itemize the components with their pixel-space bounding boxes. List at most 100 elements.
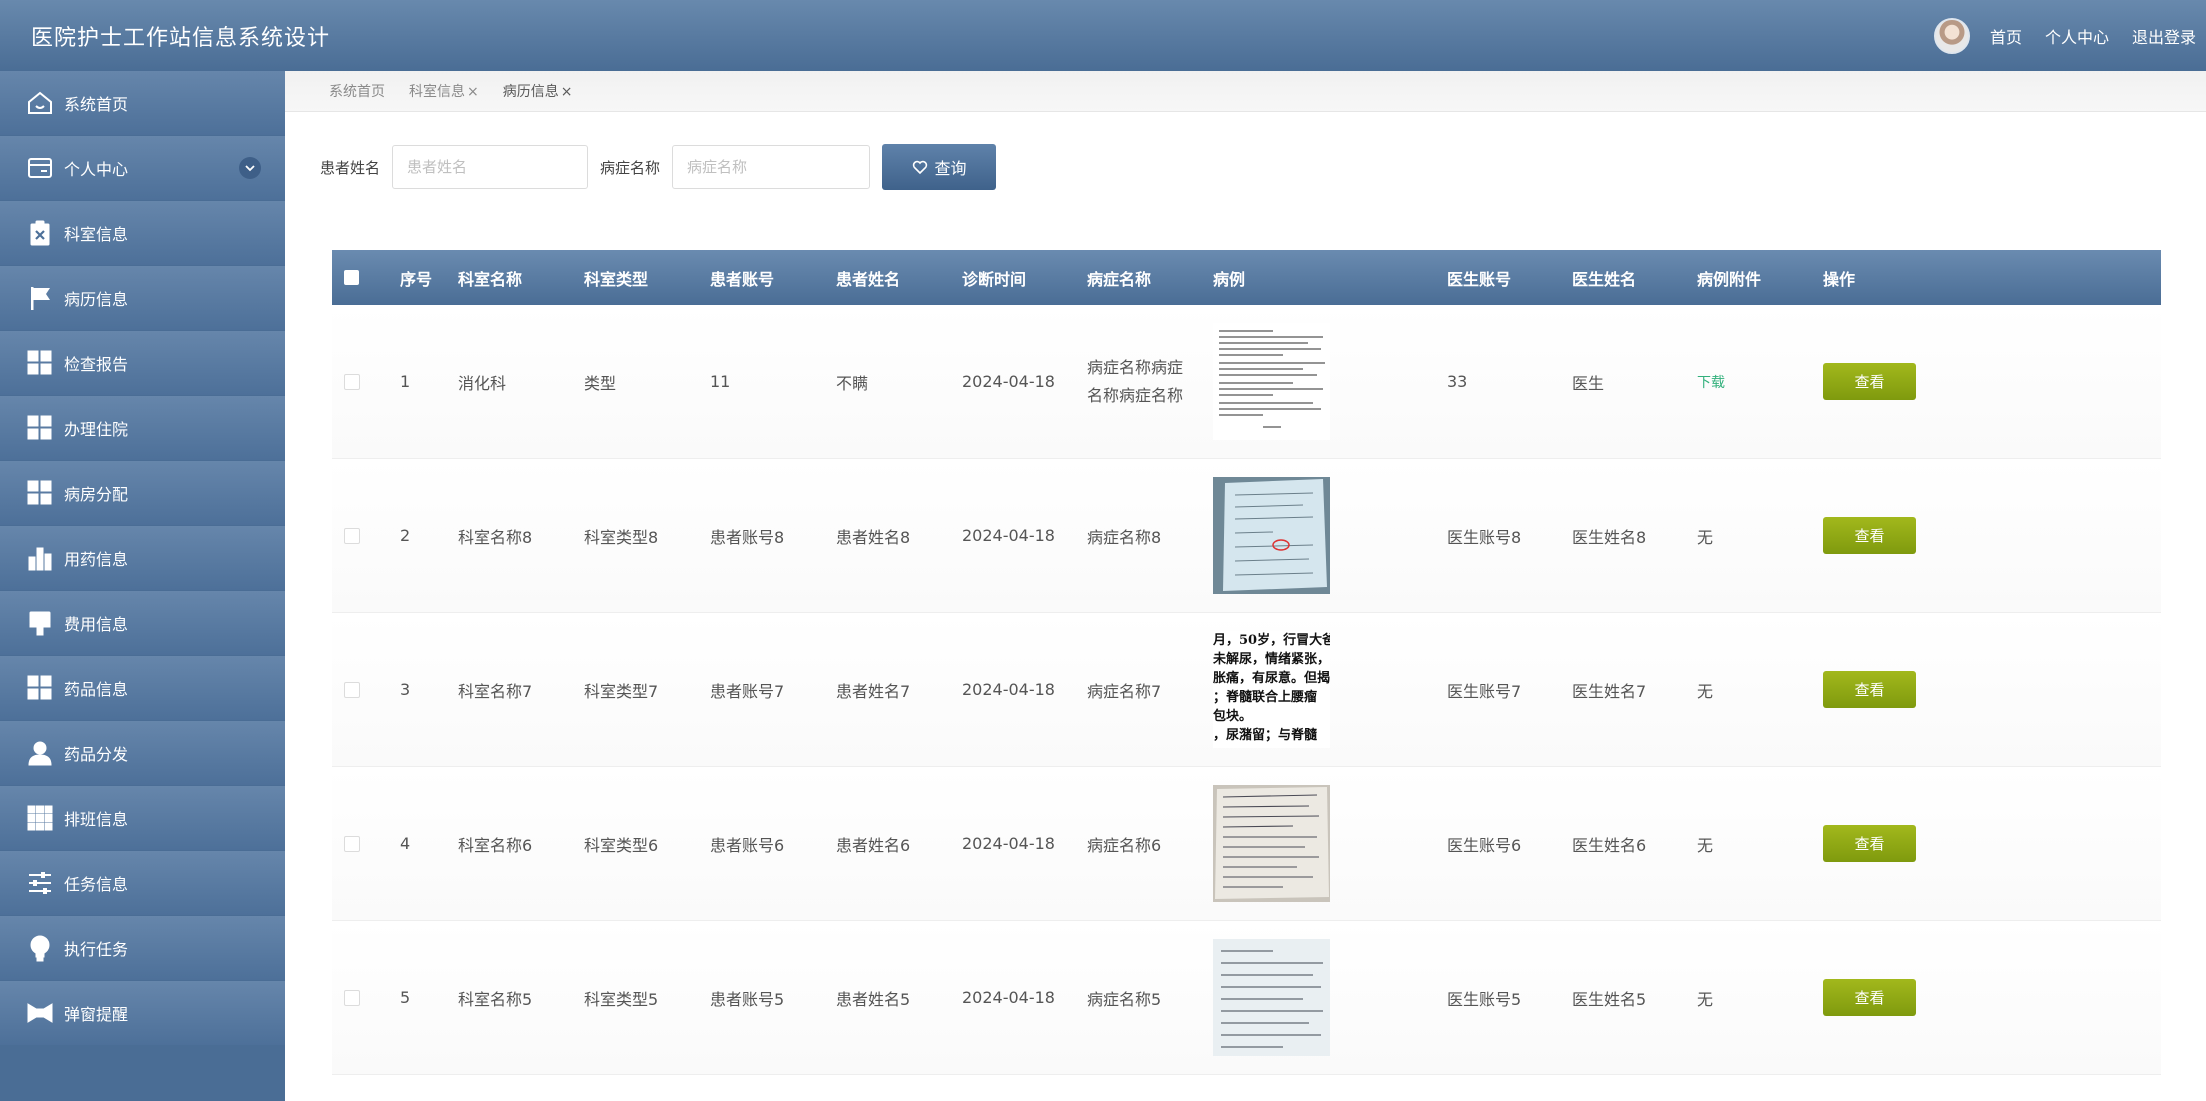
profile-link[interactable]: 个人中心 bbox=[2045, 24, 2109, 48]
row-checkbox[interactable] bbox=[344, 835, 360, 852]
cell-disease: 病症名称6 bbox=[1087, 766, 1213, 921]
cell-account: 患者账号5 bbox=[710, 920, 836, 1075]
sidebar-item-department[interactable]: 科室信息 bbox=[0, 201, 285, 265]
cell-actions: 查看 bbox=[1823, 458, 2161, 613]
sidebar-item-drug-distribution[interactable]: 药品分发 bbox=[0, 721, 285, 785]
record-text-line: 胀痛，有尿意。但揭 bbox=[1213, 671, 1330, 686]
row-checkbox[interactable] bbox=[344, 373, 360, 390]
breadcrumb: 系统首页 科室信息 × 病历信息 × bbox=[285, 71, 2206, 112]
cell-doctor-name: 医生 bbox=[1572, 305, 1697, 459]
cell-record: 月，50岁，行冒大爸 未解尿，情绪紧张， 胀痛，有尿意。但揭 ；脊髓联合上腰瘤 … bbox=[1213, 612, 1447, 767]
close-icon[interactable]: × bbox=[561, 84, 573, 100]
main-content: 系统首页 科室信息× 病历信息× 患者姓名 病症名称 查询 序号 科室名称 科室… bbox=[285, 71, 2206, 1101]
sidebar-item-ward-assignment[interactable]: 病房分配 bbox=[0, 461, 285, 525]
record-thumbnail[interactable] bbox=[1213, 477, 1330, 594]
cell-type: 科室类型7 bbox=[584, 612, 710, 767]
cell-doctor-account: 医生账号6 bbox=[1447, 766, 1572, 921]
sliders-icon bbox=[25, 868, 55, 898]
cell-disease: 病症名称病症名称病症名称 bbox=[1087, 305, 1213, 459]
sidebar-item-label: 药品信息 bbox=[64, 680, 129, 699]
close-icon[interactable]: × bbox=[467, 84, 479, 100]
sidebar-item-fees[interactable]: 费用信息 bbox=[0, 591, 285, 655]
view-button[interactable]: 查看 bbox=[1823, 825, 1916, 862]
record-thumbnail[interactable] bbox=[1213, 323, 1330, 440]
cell-account: 11 bbox=[710, 305, 836, 459]
sidebar-item-label: 排班信息 bbox=[64, 810, 129, 829]
cell-no: 5 bbox=[400, 920, 458, 1075]
user-icon bbox=[25, 738, 55, 768]
avatar[interactable] bbox=[1933, 17, 1970, 54]
row-checkbox[interactable] bbox=[344, 527, 360, 544]
top-header: 医院护士工作站信息系统设计 首页 个人中心 退出登录 bbox=[0, 0, 2206, 71]
sidebar: 系统首页 个人中心 科室信息 病历信息 检查报告 办理住院 病房分配 用药信息 … bbox=[0, 71, 285, 1101]
sidebar-item-inspection-report[interactable]: 检查报告 bbox=[0, 331, 285, 395]
cell-disease: 病症名称8 bbox=[1087, 458, 1213, 613]
cell-record bbox=[1213, 920, 1447, 1075]
cell-date: 2024-04-18 bbox=[962, 612, 1087, 767]
patient-name-input[interactable] bbox=[392, 145, 589, 189]
column-header: 序号 bbox=[400, 269, 433, 289]
cell-dept: 科室名称8 bbox=[458, 458, 584, 613]
grid-icon bbox=[25, 348, 55, 378]
cell-account: 患者账号6 bbox=[710, 766, 836, 921]
select-all-checkbox[interactable] bbox=[344, 270, 359, 285]
grid-nine-icon bbox=[25, 803, 55, 833]
sidebar-item-popup-reminder[interactable]: 弹窗提醒 bbox=[0, 981, 285, 1045]
view-button[interactable]: 查看 bbox=[1823, 363, 1916, 400]
chevron-down-icon[interactable] bbox=[239, 157, 261, 179]
column-header: 病例 bbox=[1213, 269, 1246, 289]
table-row: 4 科室名称6 科室类型6 患者账号6 患者姓名6 2024-04-18 病症名… bbox=[332, 766, 2161, 921]
view-button[interactable]: 查看 bbox=[1823, 671, 1916, 708]
search-button[interactable]: 查询 bbox=[882, 144, 997, 190]
sidebar-item-label: 药品分发 bbox=[64, 745, 129, 764]
bow-tie-icon bbox=[25, 998, 55, 1028]
sidebar-item-medical-record[interactable]: 病历信息 bbox=[0, 266, 285, 330]
breadcrumb-department[interactable]: 科室信息 × bbox=[409, 81, 479, 101]
cell-record bbox=[1213, 766, 1447, 921]
record-text-line: 未解尿，情绪紧张， bbox=[1213, 652, 1330, 667]
cell-dept: 科室名称6 bbox=[458, 766, 584, 921]
brush-icon bbox=[25, 608, 55, 638]
row-checkbox[interactable] bbox=[344, 989, 360, 1006]
row-checkbox[interactable] bbox=[344, 681, 360, 698]
home-link[interactable]: 首页 bbox=[1990, 24, 2022, 48]
record-thumbnail[interactable] bbox=[1213, 785, 1330, 902]
cell-doctor-account: 医生账号5 bbox=[1447, 920, 1572, 1075]
cell-disease: 病症名称7 bbox=[1087, 612, 1213, 767]
breadcrumb-home[interactable]: 系统首页 bbox=[329, 81, 385, 101]
cell-date: 2024-04-18 bbox=[962, 458, 1087, 613]
view-button[interactable]: 查看 bbox=[1823, 979, 1916, 1016]
sidebar-item-profile[interactable]: 个人中心 bbox=[0, 136, 285, 200]
disease-name-input[interactable] bbox=[672, 145, 871, 189]
sidebar-item-scheduling[interactable]: 排班信息 bbox=[0, 786, 285, 850]
cell-attachment: 无 bbox=[1697, 920, 1823, 1075]
sidebar-item-admission[interactable]: 办理住院 bbox=[0, 396, 285, 460]
logout-link[interactable]: 退出登录 bbox=[2132, 24, 2196, 48]
download-link[interactable]: 下载 bbox=[1697, 375, 1725, 391]
grid-icon bbox=[25, 413, 55, 443]
sidebar-item-label: 费用信息 bbox=[64, 615, 129, 634]
sidebar-item-medication[interactable]: 用药信息 bbox=[0, 526, 285, 590]
header-right: 首页 个人中心 退出登录 bbox=[1933, 0, 2206, 71]
cell-name: 患者姓名6 bbox=[836, 766, 962, 921]
breadcrumb-label: 病历信息 bbox=[502, 84, 559, 100]
sidebar-item-home[interactable]: 系统首页 bbox=[0, 71, 285, 135]
sidebar-item-label: 病历信息 bbox=[64, 290, 129, 309]
cell-actions: 查看 bbox=[1823, 920, 2161, 1075]
view-button[interactable]: 查看 bbox=[1823, 517, 1916, 554]
record-thumbnail[interactable]: 月，50岁，行冒大爸 未解尿，情绪紧张， 胀痛，有尿意。但揭 ；脊髓联合上腰瘤 … bbox=[1213, 631, 1330, 748]
cell-type: 科室类型5 bbox=[584, 920, 710, 1075]
sidebar-item-tasks[interactable]: 任务信息 bbox=[0, 851, 285, 915]
flag-icon bbox=[25, 283, 55, 313]
cell-date: 2024-04-18 bbox=[962, 766, 1087, 921]
breadcrumb-medical-record[interactable]: 病历信息 × bbox=[503, 81, 573, 101]
search-button-label: 查询 bbox=[934, 159, 967, 178]
disease-name-label: 病症名称 bbox=[600, 158, 661, 177]
cell-record bbox=[1213, 305, 1447, 459]
record-thumbnail[interactable] bbox=[1213, 939, 1330, 1056]
heart-icon bbox=[912, 160, 927, 175]
sidebar-item-label: 系统首页 bbox=[64, 95, 129, 114]
sidebar-item-drugs[interactable]: 药品信息 bbox=[0, 656, 285, 720]
sidebar-item-execute-task[interactable]: 执行任务 bbox=[0, 916, 285, 980]
column-header: 科室类型 bbox=[584, 269, 649, 289]
